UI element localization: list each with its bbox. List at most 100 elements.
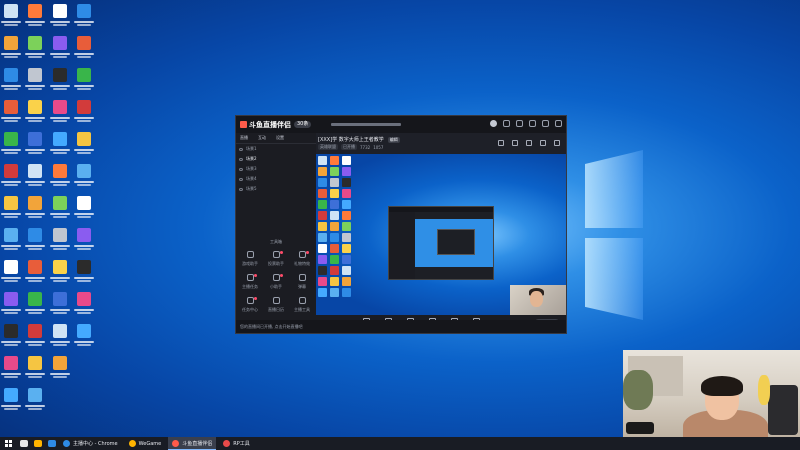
desktop-shortcut-icon[interactable] (24, 228, 46, 254)
tool-gift[interactable]: 礼物特效 (292, 251, 312, 269)
level-badge[interactable]: 30条 (294, 121, 312, 128)
visibility-icon[interactable] (239, 157, 243, 161)
desktop-shortcut-icon[interactable] (0, 356, 22, 382)
taskbar-task[interactable]: RP工具 (219, 437, 254, 450)
streaming-app-window[interactable]: 斗鱼直播伴侣 30条 直播 互动 设置 场景1 场景2 场景3 场景4 场景5 工具箱 … (235, 115, 567, 334)
start-button[interactable] (2, 437, 14, 450)
tab-live[interactable]: 直播 (240, 133, 254, 143)
desktop-shortcut-icon[interactable] (0, 100, 22, 126)
desktop-shortcut-icon[interactable] (73, 132, 95, 158)
desktop-shortcut-icon[interactable] (49, 292, 71, 318)
desktop-shortcut-icon[interactable] (49, 356, 71, 382)
pinned-app-icon[interactable] (20, 440, 28, 447)
tool-tools[interactable]: 主播工具 (292, 297, 312, 315)
desktop-shortcut-icon[interactable] (73, 4, 95, 30)
scene-item[interactable]: 场景1 (236, 144, 316, 154)
desktop-shortcut-icon[interactable] (24, 68, 46, 94)
desktop-shortcut-icon[interactable] (49, 196, 71, 222)
desktop-shortcut-icon[interactable] (24, 132, 46, 158)
taskbar-task[interactable]: WeGame (125, 437, 166, 450)
layout-icon[interactable] (526, 140, 532, 146)
desktop-shortcut-icon[interactable] (73, 196, 95, 222)
tab-interact[interactable]: 互动 (258, 133, 272, 143)
desktop-shortcut-icon[interactable] (24, 196, 46, 222)
desktop-shortcut-icon[interactable] (73, 36, 95, 62)
desktop-shortcut-icon[interactable] (49, 100, 71, 126)
notice-text[interactable] (331, 123, 402, 126)
desktop-shortcut-icon[interactable] (0, 324, 22, 350)
app-titlebar[interactable]: 斗鱼直播伴侣 30条 (236, 116, 566, 133)
tab-settings[interactable]: 设置 (276, 133, 290, 143)
desktop-shortcut-icon[interactable] (24, 292, 46, 318)
visibility-icon[interactable] (239, 147, 243, 151)
desktop-shortcut-icon[interactable] (0, 36, 22, 62)
desktop-shortcut-icon[interactable] (73, 100, 95, 126)
nested-app-capture (388, 206, 494, 280)
minimize-icon[interactable] (529, 120, 536, 127)
tool-clock[interactable]: 直播日历 (266, 297, 286, 315)
scene-item[interactable]: 场景3 (236, 164, 316, 174)
desktop-shortcut-icon[interactable] (24, 388, 46, 414)
scene-item[interactable]: 场景5 (236, 184, 316, 194)
desktop-shortcut-icon[interactable] (73, 68, 95, 94)
tool-vote[interactable]: 投票助手 (266, 251, 286, 269)
desktop-shortcut-icon[interactable] (49, 324, 71, 350)
desktop-shortcut-icon[interactable] (24, 36, 46, 62)
desktop-shortcut-icon[interactable] (0, 260, 22, 286)
desktop-shortcut-icon[interactable] (0, 132, 22, 158)
desktop-shortcut-icon[interactable] (49, 132, 71, 158)
visibility-icon[interactable] (239, 177, 243, 181)
desktop-shortcut-icon[interactable] (49, 228, 71, 254)
desktop-shortcut-icon[interactable] (0, 4, 22, 30)
user-avatar[interactable] (490, 120, 497, 127)
desktop-shortcut-icon[interactable] (24, 4, 46, 30)
visibility-icon[interactable] (239, 187, 243, 191)
room-title[interactable]: [XXX]学 数字大师上王者教学 (318, 136, 384, 143)
record-icon[interactable] (512, 140, 518, 146)
menu-icon[interactable] (516, 120, 523, 127)
tool-task[interactable]: 主播任务 (240, 274, 260, 292)
tool-calendar[interactable]: 任务中心 (240, 297, 260, 315)
desktop-shortcut-icon[interactable] (73, 260, 95, 286)
tool-gamepad[interactable]: 游戏助手 (240, 251, 260, 269)
pinned-app-icon[interactable] (48, 440, 56, 447)
desktop-shortcut-icon[interactable] (24, 356, 46, 382)
desktop-shortcut-icon[interactable] (24, 100, 46, 126)
desktop-shortcut-icon[interactable] (49, 36, 71, 62)
close-icon[interactable] (555, 120, 562, 127)
desktop-shortcut-icon[interactable] (49, 4, 71, 30)
pinned-app-icon[interactable] (34, 440, 42, 447)
desktop-shortcut-icon[interactable] (73, 164, 95, 190)
desktop-shortcut-icon[interactable] (0, 68, 22, 94)
visibility-icon[interactable] (239, 167, 243, 171)
tool-assistant[interactable]: 小助手 (266, 274, 286, 292)
maximize-icon[interactable] (542, 120, 549, 127)
desktop-shortcut-icon[interactable] (73, 324, 95, 350)
fullscreen-icon[interactable] (540, 140, 546, 146)
status-tag[interactable]: 已开播 (341, 144, 357, 150)
desktop-shortcut-icon[interactable] (24, 260, 46, 286)
desktop-shortcut-icon[interactable] (0, 388, 22, 414)
desktop-shortcut-icon[interactable] (73, 292, 95, 318)
desktop-shortcut-icon[interactable] (24, 164, 46, 190)
taskbar-task[interactable]: 斗鱼直播伴侣 (168, 437, 217, 450)
desktop-shortcut-icon[interactable] (0, 228, 22, 254)
desktop-shortcut-icon[interactable] (0, 196, 22, 222)
scene-item[interactable]: 场景4 (236, 174, 316, 184)
category-tag[interactable]: 英雄联盟 (318, 144, 338, 150)
desktop-shortcut-icon[interactable] (49, 164, 71, 190)
edit-title-button[interactable]: 编辑 (387, 136, 400, 143)
tool-danmaku[interactable]: 弹幕 (292, 274, 312, 292)
desktop-shortcut-icon[interactable] (49, 68, 71, 94)
screenshot-icon[interactable] (498, 140, 504, 146)
share-icon[interactable] (554, 140, 560, 146)
desktop-shortcut-icon[interactable] (24, 324, 46, 350)
desktop-shortcut-icon[interactable] (0, 292, 22, 318)
desktop-shortcut-icon[interactable] (73, 228, 95, 254)
skin-icon[interactable] (503, 120, 510, 127)
desktop-shortcut-icon[interactable] (0, 164, 22, 190)
desktop-shortcut-icon[interactable] (49, 260, 71, 286)
taskbar-task[interactable]: 主播中心 - Chrome (59, 437, 122, 450)
stream-preview[interactable] (316, 154, 566, 315)
scene-item[interactable]: 场景2 (236, 154, 316, 164)
